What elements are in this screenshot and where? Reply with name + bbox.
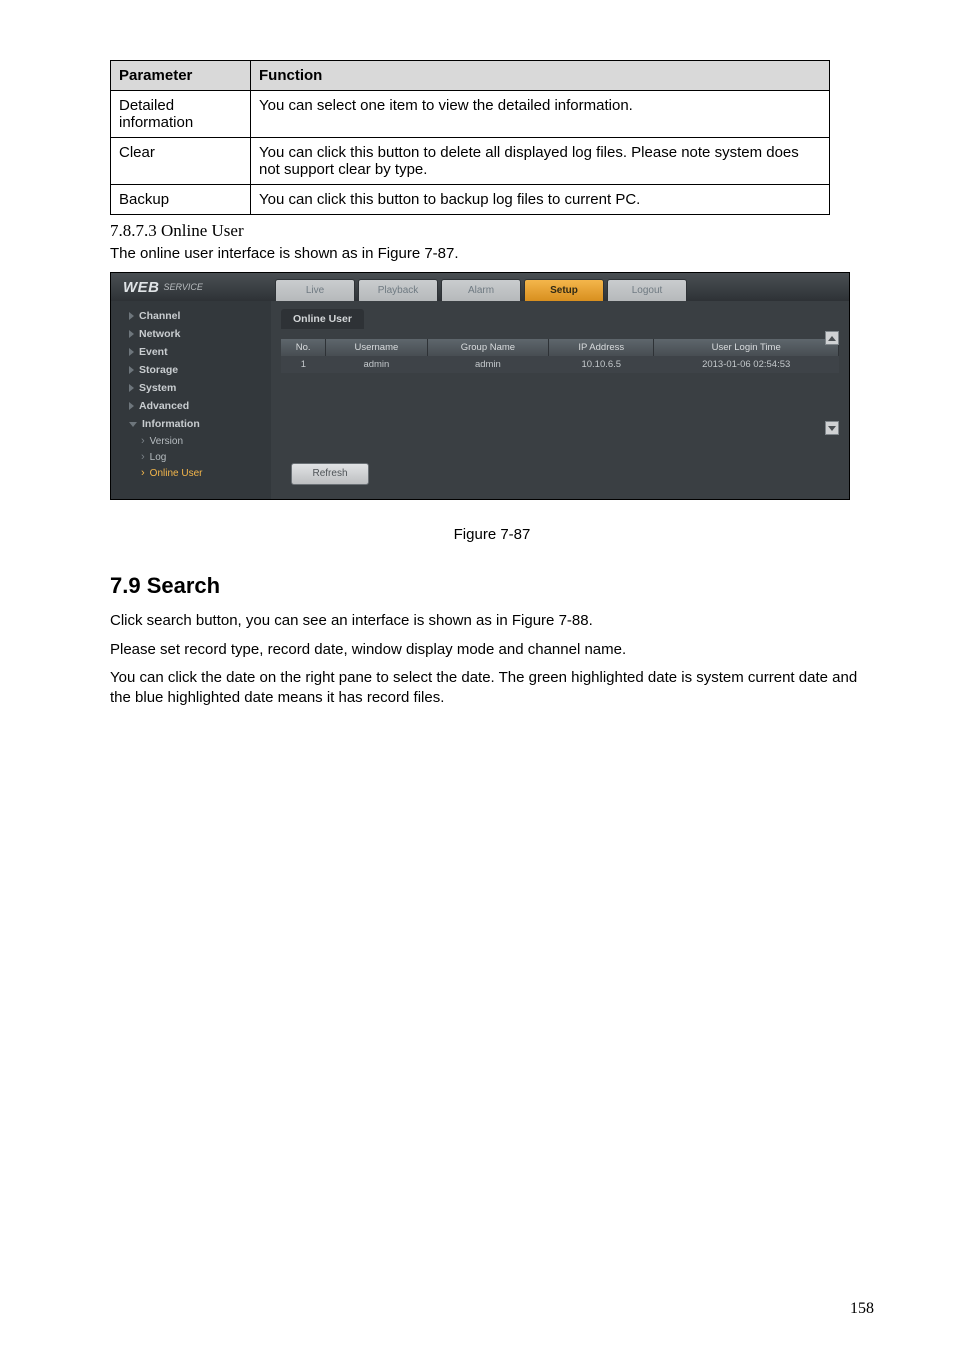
td-function: You can select one item to view the deta… — [251, 91, 830, 138]
chevron-right-icon — [129, 348, 134, 356]
paragraph-2: Please set record type, record date, win… — [110, 640, 874, 660]
intro-line: The online user interface is shown as in… — [110, 244, 874, 264]
web-service-logo: WEB SERVICE — [111, 273, 271, 301]
chevron-right-icon — [129, 366, 134, 374]
content-tab-online-user[interactable]: Online User — [281, 309, 364, 329]
th-username: Username — [326, 339, 427, 356]
chevron-down-icon — [129, 422, 137, 427]
tab-live[interactable]: Live — [275, 279, 355, 301]
sidebar-sub-version[interactable]: Version — [111, 433, 271, 449]
table-row: Detailed information You can select one … — [111, 91, 830, 138]
th-parameter: Parameter — [111, 61, 251, 91]
sidebar-item-storage[interactable]: Storage — [111, 361, 271, 379]
section-heading: 7.9 Search — [110, 573, 874, 599]
sidebar-sub-online-user[interactable]: Online User — [111, 465, 271, 481]
td-no: 1 — [281, 356, 326, 373]
top-tab-bar: Live Playback Alarm Setup Logout — [271, 273, 849, 301]
scroll-down-button[interactable] — [825, 421, 839, 435]
table-row: 1 admin admin 10.10.6.5 2013-01-06 02:54… — [281, 356, 839, 373]
figure-caption: Figure 7-87 — [110, 526, 874, 543]
paragraph-1: Click search button, you can see an inte… — [110, 611, 874, 631]
td-parameter: Detailed information — [111, 91, 251, 138]
sidebar: Channel Network Event Storage System Adv… — [111, 301, 271, 499]
sidebar-item-event[interactable]: Event — [111, 343, 271, 361]
th-group-name: Group Name — [427, 339, 549, 356]
sidebar-item-information[interactable]: Information — [111, 415, 271, 433]
chevron-right-icon — [129, 330, 134, 338]
table-row: Clear You can click this button to delet… — [111, 138, 830, 185]
td-function: You can click this button to backup log … — [251, 185, 830, 215]
td-username: admin — [326, 356, 427, 373]
sidebar-sub-log[interactable]: Log — [111, 449, 271, 465]
th-no: No. — [281, 339, 326, 356]
main-panel: Online User No. Username Group Name IP A… — [271, 301, 849, 499]
chevron-right-icon — [129, 384, 134, 392]
logo-service: SERVICE — [164, 282, 203, 292]
chevron-right-icon — [129, 402, 134, 410]
scroll-up-button[interactable] — [825, 331, 839, 345]
paragraph-3: You can click the date on the right pane… — [110, 668, 874, 709]
online-user-table: No. Username Group Name IP Address User … — [281, 339, 839, 373]
chevron-right-icon — [129, 312, 134, 320]
sidebar-item-network[interactable]: Network — [111, 325, 271, 343]
td-parameter: Clear — [111, 138, 251, 185]
sidebar-item-channel[interactable]: Channel — [111, 307, 271, 325]
triangle-down-icon — [828, 426, 836, 431]
td-ip: 10.10.6.5 — [549, 356, 654, 373]
td-parameter: Backup — [111, 185, 251, 215]
td-group: admin — [427, 356, 549, 373]
td-login-time: 2013-01-06 02:54:53 — [654, 356, 839, 373]
th-login-time: User Login Time — [654, 339, 839, 356]
parameter-function-table: Parameter Function Detailed information … — [110, 60, 830, 215]
table-row: Backup You can click this button to back… — [111, 185, 830, 215]
page-number: 158 — [850, 1300, 874, 1318]
triangle-up-icon — [828, 336, 836, 341]
refresh-button[interactable]: Refresh — [291, 463, 369, 485]
tab-logout[interactable]: Logout — [607, 279, 687, 301]
online-user-screenshot: WEB SERVICE Live Playback Alarm Setup Lo… — [110, 272, 850, 500]
logo-web: WEB — [123, 279, 160, 296]
subsection-heading: 7.8.7.3 Online User — [110, 221, 874, 241]
tab-alarm[interactable]: Alarm — [441, 279, 521, 301]
th-function: Function — [251, 61, 830, 91]
th-ip-address: IP Address — [549, 339, 654, 356]
tab-setup[interactable]: Setup — [524, 279, 604, 301]
sidebar-item-system[interactable]: System — [111, 379, 271, 397]
td-function: You can click this button to delete all … — [251, 138, 830, 185]
tab-playback[interactable]: Playback — [358, 279, 438, 301]
sidebar-item-advanced[interactable]: Advanced — [111, 397, 271, 415]
